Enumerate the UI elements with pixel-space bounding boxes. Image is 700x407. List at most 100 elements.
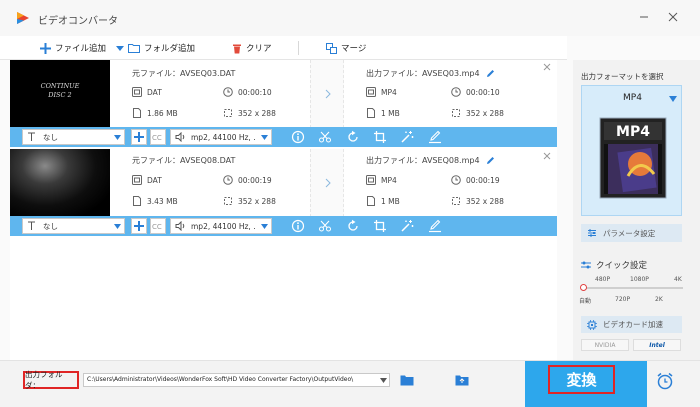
caret-down-icon bbox=[669, 96, 677, 102]
output-file-name[interactable]: 出力ファイル：AVSEQ03.mp4 bbox=[366, 68, 495, 79]
text-icon bbox=[28, 132, 35, 141]
plus-icon bbox=[134, 221, 144, 231]
output-format: MP4 bbox=[366, 175, 397, 185]
info-icon[interactable] bbox=[291, 219, 305, 233]
add-files-button[interactable]: ファイル追加 bbox=[40, 41, 106, 55]
parameter-settings-button[interactable]: パラメータ設定 bbox=[581, 224, 682, 242]
caret-down-icon bbox=[114, 224, 121, 229]
svg-text:CC: CC bbox=[152, 134, 162, 142]
clock-icon bbox=[223, 87, 233, 97]
quality-slider-track[interactable] bbox=[583, 287, 683, 289]
video-thumbnail[interactable]: CONTINUE DISC 2 bbox=[10, 60, 110, 128]
subtitle-dropdown[interactable]: なし bbox=[22, 129, 125, 145]
output-format: MP4 bbox=[366, 87, 397, 97]
caret-down-icon[interactable] bbox=[380, 378, 387, 383]
output-file-name[interactable]: 出力ファイル：AVSEQ08.mp4 bbox=[366, 155, 495, 166]
file-list: CONTINUE DISC 2 元ファイル：AVSEQ03.DAT DAT 00… bbox=[10, 60, 557, 360]
clock-icon bbox=[223, 175, 233, 185]
effects-wand-icon[interactable] bbox=[400, 219, 414, 233]
merge-button[interactable]: マージ bbox=[326, 41, 366, 55]
source-size: 1.86 MB bbox=[132, 108, 178, 118]
gpu-acceleration-button[interactable]: ビデオカード加速 bbox=[581, 316, 682, 333]
quality-label-auto: 自動 bbox=[579, 298, 592, 305]
quality-label-2k: 2K bbox=[655, 296, 663, 303]
output-resolution: 352 x 288 bbox=[451, 196, 504, 206]
quick-setting-icon bbox=[581, 261, 591, 269]
close-window-icon[interactable] bbox=[666, 10, 680, 24]
crop-icon[interactable] bbox=[373, 219, 387, 233]
source-duration: 00:00:19 bbox=[223, 175, 272, 185]
format-selector[interactable]: MP4 MP4 bbox=[581, 85, 682, 216]
app-logo-icon bbox=[17, 12, 29, 24]
file-row[interactable]: CONTINUE DISC 2 元ファイル：AVSEQ03.DAT DAT 00… bbox=[10, 60, 557, 128]
conversion-arrow bbox=[310, 149, 344, 217]
cc-button[interactable]: CC bbox=[150, 129, 166, 145]
clear-label: クリア bbox=[246, 44, 272, 54]
info-icon[interactable] bbox=[291, 130, 305, 144]
minimize-icon[interactable] bbox=[637, 10, 651, 24]
quick-setting-header: クイック設定 bbox=[581, 259, 647, 271]
quality-label-1080p: 1080P bbox=[630, 276, 649, 283]
file-size-icon bbox=[133, 196, 141, 206]
toolbar: ファイル追加 フォルダ追加 クリア マージ bbox=[0, 36, 567, 60]
edit-icon[interactable] bbox=[486, 69, 495, 78]
audio-dropdown[interactable]: mp2, 44100 Hz, . bbox=[170, 129, 272, 145]
video-thumbnail[interactable] bbox=[10, 149, 110, 217]
output-size: 1 MB bbox=[366, 108, 400, 118]
watermark-edit-icon[interactable] bbox=[428, 219, 442, 233]
plus-icon bbox=[40, 42, 51, 54]
file-size-icon bbox=[367, 108, 375, 118]
remove-file-icon[interactable] bbox=[543, 152, 551, 160]
rotate-icon[interactable] bbox=[346, 130, 360, 144]
clear-button[interactable]: クリア bbox=[232, 41, 272, 55]
format-icon bbox=[132, 175, 142, 185]
caret-down-icon bbox=[261, 135, 268, 140]
resolution-icon bbox=[452, 109, 460, 117]
output-size: 1 MB bbox=[366, 196, 400, 206]
remove-file-icon[interactable] bbox=[543, 63, 551, 71]
format-panel-title: 出力フォーマットを選択 bbox=[581, 72, 664, 81]
edit-icon[interactable] bbox=[486, 156, 495, 165]
open-output-folder-icon[interactable] bbox=[455, 374, 469, 386]
add-subtitle-button[interactable] bbox=[131, 129, 147, 145]
source-duration: 00:00:10 bbox=[223, 87, 272, 97]
add-folder-button[interactable]: フォルダ追加 bbox=[116, 41, 195, 55]
caret-down-icon bbox=[114, 135, 121, 140]
output-folder-path[interactable]: C:\Users\Administrator\Videos\WonderFox … bbox=[83, 373, 390, 387]
format-icon bbox=[366, 87, 376, 97]
trash-icon bbox=[233, 44, 241, 53]
output-folder-label: 出力フォルダ： bbox=[23, 370, 79, 390]
quality-slider-handle[interactable] bbox=[580, 284, 587, 291]
file-row[interactable]: 元ファイル：AVSEQ08.DAT DAT 00:00:19 3.43 MB 3… bbox=[10, 149, 557, 217]
output-duration: 00:00:19 bbox=[451, 175, 500, 185]
plus-icon bbox=[134, 132, 144, 142]
intel-logo: Intel bbox=[633, 339, 681, 351]
caret-down-icon bbox=[261, 224, 268, 229]
format-icon bbox=[366, 175, 376, 185]
audio-dropdown[interactable]: mp2, 44100 Hz, . bbox=[170, 218, 272, 234]
alarm-clock-icon[interactable] bbox=[655, 371, 675, 391]
rotate-icon[interactable] bbox=[346, 219, 360, 233]
cc-button[interactable]: CC bbox=[150, 218, 166, 234]
scissors-icon[interactable] bbox=[318, 130, 332, 144]
subtitle-dropdown[interactable]: なし bbox=[22, 218, 125, 234]
effects-wand-icon[interactable] bbox=[400, 130, 414, 144]
crop-icon[interactable] bbox=[373, 130, 387, 144]
svg-text:CC: CC bbox=[152, 223, 162, 231]
clock-icon bbox=[451, 175, 461, 185]
format-icon bbox=[132, 87, 142, 97]
convert-button[interactable]: 変換 bbox=[548, 365, 615, 394]
file-size-icon bbox=[133, 108, 141, 118]
scissors-icon[interactable] bbox=[318, 219, 332, 233]
browse-folder-icon[interactable] bbox=[400, 374, 414, 386]
chevron-right-icon bbox=[325, 89, 331, 99]
thumbnail-caption: CONTINUE DISC 2 bbox=[40, 82, 80, 99]
cc-icon: CC bbox=[152, 223, 162, 231]
sliders-icon bbox=[588, 229, 596, 237]
speaker-icon bbox=[175, 132, 185, 142]
source-size: 3.43 MB bbox=[132, 196, 178, 206]
output-resolution: 352 x 288 bbox=[451, 108, 504, 118]
add-subtitle-button[interactable] bbox=[131, 218, 147, 234]
source-resolution: 352 x 288 bbox=[223, 108, 276, 118]
watermark-edit-icon[interactable] bbox=[428, 130, 442, 144]
